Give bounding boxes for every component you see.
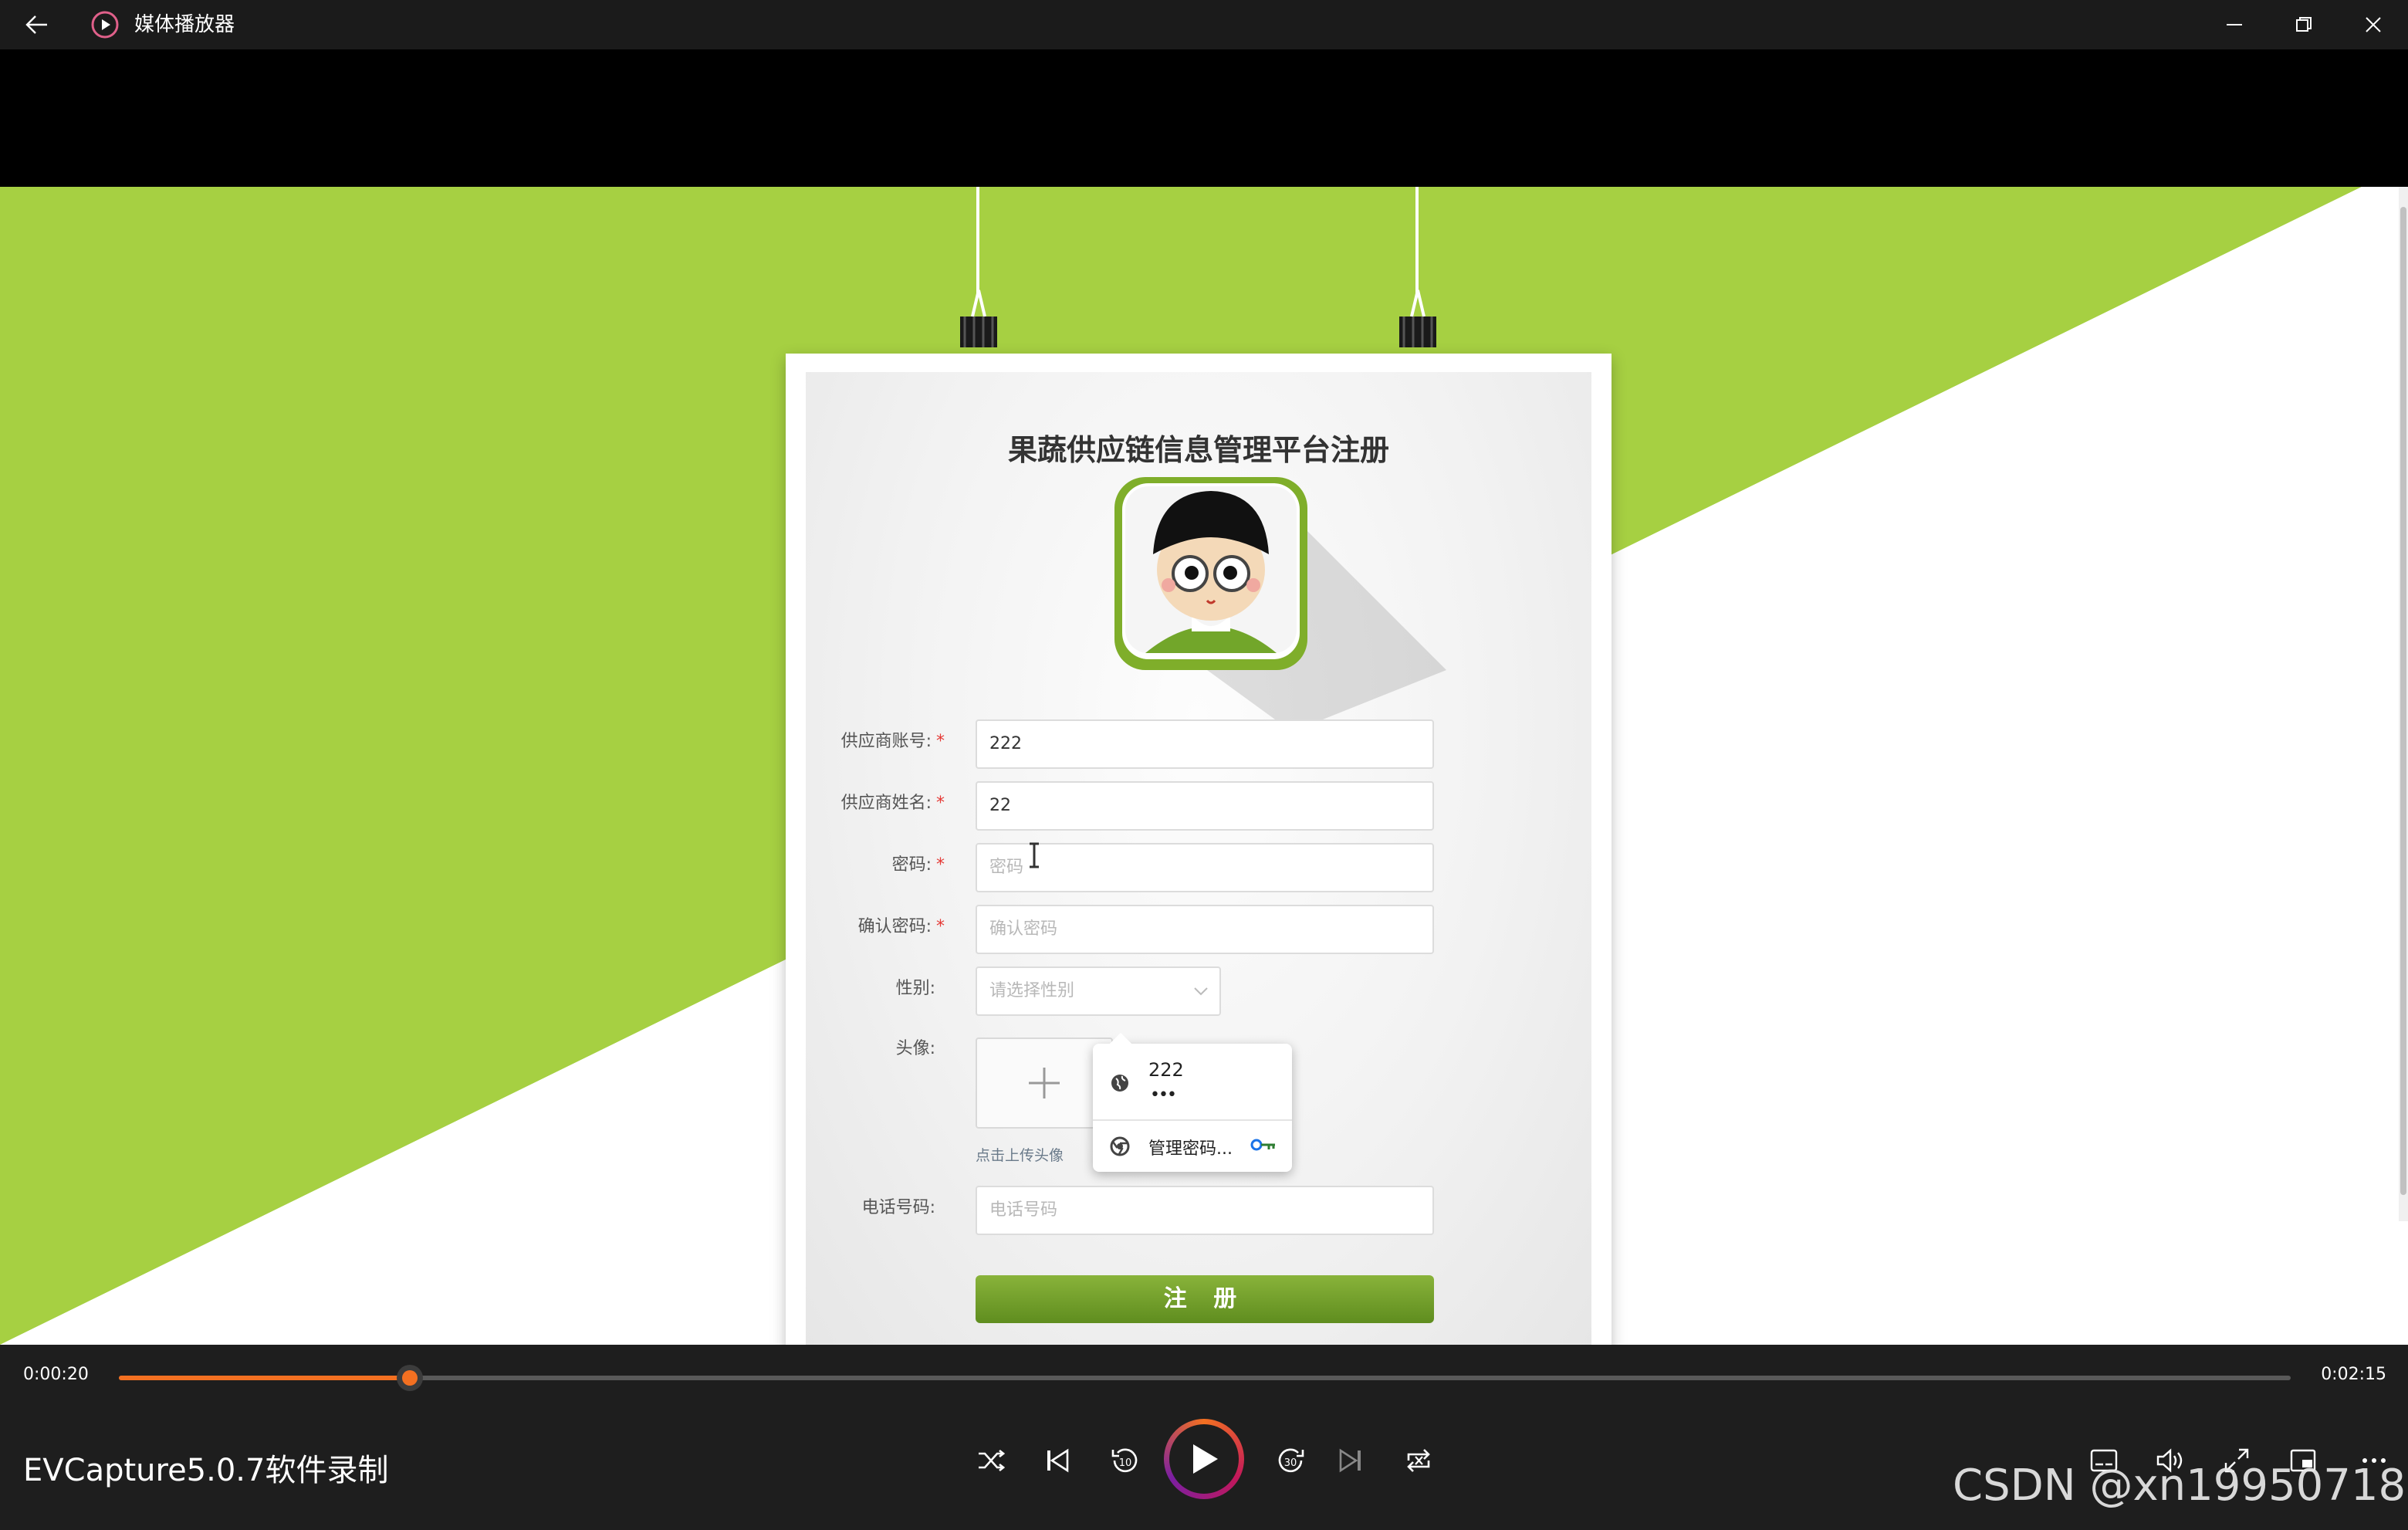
cartoon-avatar-image [1114, 477, 1446, 732]
avatar-label: 头像: [895, 1039, 935, 1058]
shuffle-icon [979, 1449, 1005, 1472]
close-button[interactable] [2346, 0, 2400, 49]
confirm-password-label: 确认密码: * [857, 917, 945, 936]
text-cursor-icon [1030, 842, 1039, 868]
hanging-string [1415, 187, 1419, 295]
media-title: EVCapture5.0.7软件录制 [23, 1453, 389, 1488]
confirm-password-input[interactable]: 确认密码 [976, 905, 1434, 954]
previous-button[interactable] [1033, 1436, 1082, 1485]
seek-bar-progress [119, 1376, 411, 1380]
app-title: 媒体播放器 [134, 13, 235, 36]
binder-clip-icon [1399, 289, 1436, 347]
recorded-page-scrollbar [2399, 187, 2408, 1221]
password-autofill-popup: 222 ••• 管理密码... [1093, 1032, 1292, 1172]
svg-text:30: 30 [1284, 1457, 1297, 1469]
play-icon [1193, 1444, 1218, 1474]
forward-30-button[interactable]: 30 [1266, 1436, 1315, 1485]
title-bar: 媒体播放器 [0, 0, 2408, 49]
gender-select[interactable]: 请选择性别 [976, 966, 1221, 1016]
video-area[interactable]: 果蔬供应链信息管理平台注册 供应商账号: * 222 供应商姓名: * 22 密… [0, 49, 2408, 1345]
registration-form: 果蔬供应链信息管理平台注册 供应商账号: * 222 供应商姓名: * 22 密… [806, 372, 1591, 1345]
next-icon [1339, 1448, 1361, 1473]
manage-passwords-item[interactable]: 管理密码... [1093, 1124, 1292, 1167]
previous-icon [1047, 1448, 1069, 1473]
name-input[interactable]: 22 [976, 781, 1434, 831]
hanging-string [976, 187, 979, 295]
registration-poster: 果蔬供应链信息管理平台注册 供应商账号: * 222 供应商姓名: * 22 密… [786, 354, 1612, 1345]
popup-divider [1093, 1119, 1292, 1121]
account-input[interactable]: 222 [976, 719, 1434, 769]
current-time: 0:00:20 [23, 1365, 89, 1384]
register-button[interactable]: 注 册 [976, 1275, 1434, 1323]
form-title: 果蔬供应链信息管理平台注册 [1007, 433, 1389, 467]
next-button[interactable] [1326, 1436, 1375, 1485]
account-label: 供应商账号: * [840, 732, 945, 751]
upload-hint: 点击上传头像 [976, 1147, 1064, 1164]
play-button[interactable] [1164, 1419, 1244, 1499]
rewind-10-button[interactable]: 10 [1101, 1436, 1150, 1485]
gender-label: 性别: [895, 979, 935, 998]
binder-clip-icon [960, 289, 997, 347]
restore-button[interactable] [2277, 0, 2331, 49]
password-input[interactable]: 密码 [976, 843, 1434, 892]
saved-password-mask: ••• [1150, 1085, 1177, 1105]
svg-text:10: 10 [1119, 1457, 1132, 1469]
forward-30-icon: 30 [1278, 1448, 1304, 1473]
globe-icon [1111, 1075, 1128, 1092]
rewind-10-icon: 10 [1111, 1448, 1138, 1473]
chevron-down-icon [1193, 968, 1209, 1014]
player-controls: 0:00:20 0:02:15 EVCapture5.0.7软件录制 10 30 [0, 1345, 2408, 1530]
key-icon [1250, 1139, 1275, 1151]
seek-bar-thumb[interactable] [397, 1365, 424, 1391]
plus-icon [1029, 1068, 1060, 1098]
phone-label: 电话号码: [861, 1198, 935, 1217]
csdn-watermark: CSDN @xn19950718 [1953, 1461, 2406, 1511]
minimize-button[interactable] [2207, 0, 2261, 49]
password-label: 密码: * [891, 855, 945, 875]
saved-credential-item[interactable]: 222 ••• [1093, 1050, 1292, 1115]
saved-username: 222 [1148, 1059, 1184, 1081]
repeat-button[interactable] [1394, 1436, 1443, 1485]
media-player-logo-icon [90, 0, 120, 49]
recorded-page-scrollbar-thumb [2400, 207, 2406, 1195]
gender-select-value: 请选择性别 [989, 981, 1075, 1000]
back-arrow-icon [25, 15, 47, 34]
back-button[interactable] [12, 0, 62, 49]
video-frame: 果蔬供应链信息管理平台注册 供应商账号: * 222 供应商姓名: * 22 密… [0, 187, 2408, 1345]
manage-passwords-label: 管理密码... [1148, 1139, 1233, 1159]
minimize-icon [2227, 24, 2242, 25]
shuffle-button[interactable] [966, 1436, 1016, 1485]
close-icon [2366, 17, 2381, 32]
name-label: 供应商姓名: * [840, 794, 945, 813]
restore-icon [2296, 17, 2312, 32]
total-time: 0:02:15 [2321, 1365, 2386, 1384]
repeat-icon [1407, 1449, 1430, 1472]
chrome-icon [1110, 1136, 1130, 1156]
phone-input[interactable]: 电话号码 [976, 1186, 1434, 1235]
seek-bar[interactable] [119, 1365, 2291, 1391]
